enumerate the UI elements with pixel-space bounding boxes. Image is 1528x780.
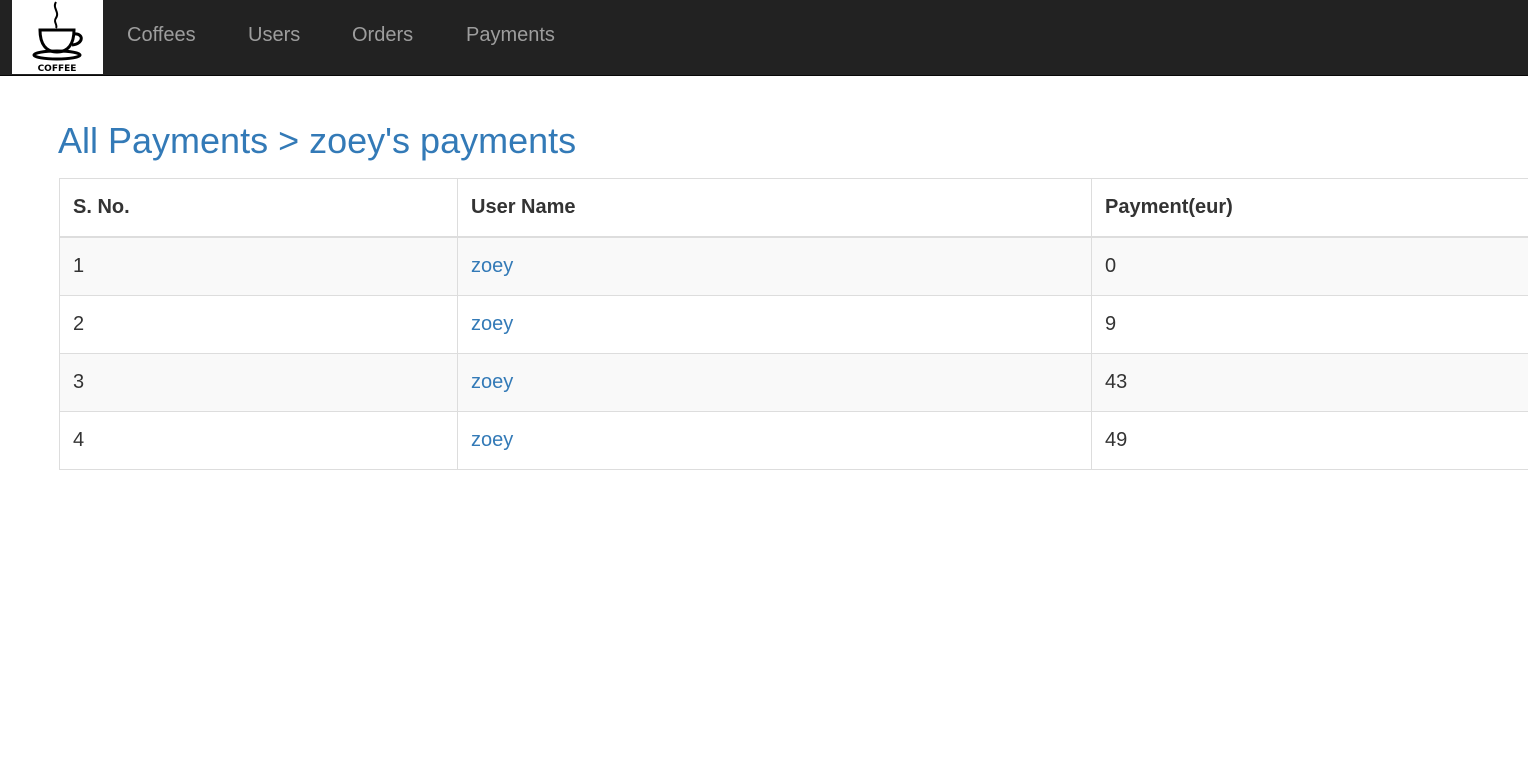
cell-payment: 9 [1091, 295, 1528, 354]
table-header-row: S. No. User Name Payment(eur) [59, 178, 1528, 238]
cell-sno: 1 [59, 236, 458, 296]
cell-sno: 3 [59, 353, 458, 412]
header-sno: S. No. [59, 178, 458, 238]
table-row: 3 zoey 43 [59, 353, 1528, 412]
nav-orders[interactable]: Orders [352, 0, 413, 70]
payments-table: S. No. User Name Payment(eur) 1 zoey 0 2… [59, 178, 1528, 470]
nav-users[interactable]: Users [248, 0, 300, 70]
table-row: 2 zoey 9 [59, 295, 1528, 354]
table-row: 1 zoey 0 [59, 236, 1528, 296]
brand-logo[interactable]: COFFEE [12, 0, 103, 74]
header-user-name: User Name [457, 178, 1092, 238]
user-link[interactable]: zoey [471, 429, 513, 451]
cell-user: zoey [457, 353, 1092, 412]
cell-payment: 0 [1091, 236, 1528, 296]
coffee-cup-icon: COFFEE [32, 1, 83, 74]
breadcrumb-all-payments[interactable]: All Payments [58, 120, 268, 161]
cell-payment: 49 [1091, 411, 1528, 470]
cell-sno: 2 [59, 295, 458, 354]
header-payment: Payment(eur) [1091, 178, 1528, 238]
top-navbar: COFFEE Coffees Users Orders Payments [0, 0, 1528, 76]
cell-user: zoey [457, 295, 1092, 354]
breadcrumb-current: zoey's payments [309, 120, 577, 161]
user-link[interactable]: zoey [471, 255, 513, 277]
page-title: All Payments > zoey's payments [58, 118, 576, 164]
nav-coffees[interactable]: Coffees [127, 0, 196, 70]
user-link[interactable]: zoey [471, 313, 513, 335]
cell-sno: 4 [59, 411, 458, 470]
cell-user: zoey [457, 236, 1092, 296]
cell-payment: 43 [1091, 353, 1528, 412]
user-link[interactable]: zoey [471, 371, 513, 393]
cell-user: zoey [457, 411, 1092, 470]
brand-text: COFFEE [38, 64, 77, 74]
breadcrumb-separator: > [278, 120, 300, 161]
table-row: 4 zoey 49 [59, 411, 1528, 470]
nav-payments[interactable]: Payments [466, 0, 555, 70]
